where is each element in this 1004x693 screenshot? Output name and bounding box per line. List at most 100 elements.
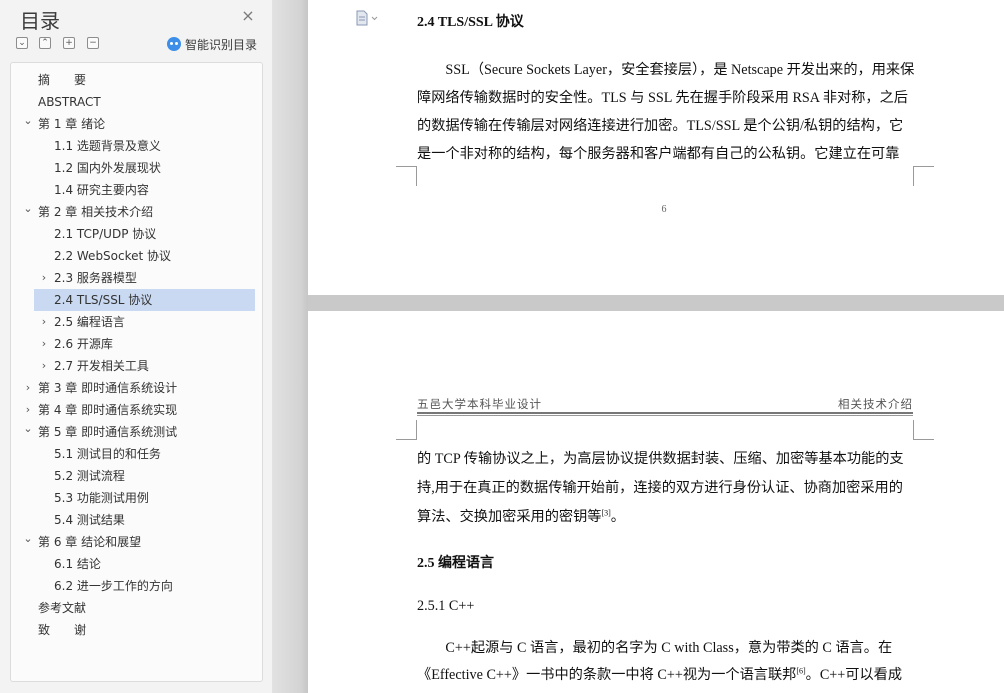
- toc-item-label: 第 5 章 即时通信系统测试: [38, 425, 178, 439]
- paragraph-line: 的数据传输在传输层对网络连接进行加密。TLS/SSL 是个公钥/私钥的结构，它: [417, 118, 904, 134]
- toc-item-label: 第 4 章 即时通信系统实现: [38, 403, 178, 417]
- toc-item-label: 2.2 WebSocket 协议: [54, 249, 172, 263]
- page-header-left: 五邑大学本科毕业设计: [417, 399, 542, 411]
- crop-mark: [396, 420, 417, 440]
- smart-toc-icon: [167, 37, 181, 51]
- toc-item[interactable]: 1.2 国内外发展现状: [11, 157, 262, 179]
- chevron-down-icon[interactable]: ⌄: [22, 113, 34, 135]
- toc-item[interactable]: 6.2 进一步工作的方向: [11, 575, 262, 597]
- chevron-right-icon[interactable]: ›: [22, 399, 34, 421]
- expand-all-icon[interactable]: ⌃: [39, 37, 51, 49]
- toc-item[interactable]: ⌄ 第 5 章 即时通信系统测试: [11, 421, 262, 443]
- document-icon[interactable]: [355, 10, 381, 26]
- toc-item-label: 6.2 进一步工作的方向: [54, 579, 173, 593]
- add-icon[interactable]: +: [63, 37, 75, 49]
- paragraph-line: 是一个非对称的结构，每个服务器和客户端都有自己的公私钥。它建立在可靠: [417, 146, 900, 162]
- toc-item-label: 2.4 TLS/SSL 协议: [54, 293, 153, 307]
- toc-item-label: 摘 要: [38, 73, 87, 87]
- toc-item[interactable]: 2.2 WebSocket 协议: [11, 245, 262, 267]
- toc-item-label: 6.1 结论: [54, 557, 101, 571]
- crop-mark: [913, 166, 934, 186]
- crop-mark: [396, 166, 417, 186]
- toc-item[interactable]: 5.1 测试目的和任务: [11, 443, 262, 465]
- toc-item-label: 5.4 测试结果: [54, 513, 125, 527]
- toc-item[interactable]: › 第 3 章 即时通信系统设计: [11, 377, 262, 399]
- toc-item-label: 2.1 TCP/UDP 协议: [54, 227, 157, 241]
- paragraph-line: SSL（Secure Sockets Layer，安全套接层），是 Netsca…: [417, 62, 915, 78]
- section-heading-2-5: 2.5 编程语言: [417, 556, 494, 571]
- toc-item[interactable]: 5.3 功能测试用例: [11, 487, 262, 509]
- remove-icon[interactable]: −: [87, 37, 99, 49]
- header-rule: [417, 415, 913, 416]
- toc-item[interactable]: 参考文献: [11, 597, 262, 619]
- paragraph-line: 算法、交换加密采用的密钥等[3]。: [417, 506, 913, 526]
- toc-item[interactable]: 5.2 测试流程: [11, 465, 262, 487]
- toc-item-label: 参考文献: [38, 601, 87, 615]
- toc-item[interactable]: › 2.5 编程语言: [11, 311, 262, 333]
- toc-item-label: 1.2 国内外发展现状: [54, 161, 161, 175]
- toc-item[interactable]: 致 谢: [11, 619, 262, 641]
- toc-list: 摘 要 ABSTRACT ⌄ 第 1 章 绪论 1.1 选题背景及意义 1.2 国内外发展…: [10, 62, 263, 682]
- chevron-right-icon[interactable]: ›: [38, 355, 50, 377]
- chevron-right-icon[interactable]: ›: [22, 377, 34, 399]
- toc-item[interactable]: › 2.7 开发相关工具: [11, 355, 262, 377]
- header-rule: [417, 412, 913, 414]
- citation-ref[interactable]: [6]: [796, 666, 805, 675]
- crop-mark: [913, 420, 934, 440]
- toc-item[interactable]: 1.1 选题背景及意义: [11, 135, 262, 157]
- chevron-right-icon[interactable]: ›: [38, 311, 50, 333]
- toc-item[interactable]: ⌄ 第 2 章 相关技术介绍: [11, 201, 262, 223]
- toc-item-label: 2.5 编程语言: [54, 315, 125, 329]
- chevron-right-icon[interactable]: ›: [38, 267, 50, 289]
- smart-toc-button[interactable]: 智能识别目录: [167, 35, 257, 53]
- toc-item[interactable]: › 2.3 服务器模型: [11, 267, 262, 289]
- toc-item[interactable]: 5.4 测试结果: [11, 509, 262, 531]
- toc-item-label: 第 3 章 即时通信系统设计: [38, 381, 178, 395]
- toc-item[interactable]: 2.1 TCP/UDP 协议: [11, 223, 262, 245]
- toc-item-label: 2.7 开发相关工具: [54, 359, 149, 373]
- toc-item-label: 第 1 章 绪论: [38, 117, 106, 131]
- collapse-all-icon[interactable]: ⌄: [16, 37, 28, 49]
- subsection-heading-2-5-1: 2.5.1 C++: [417, 598, 475, 614]
- toc-item-label: 2.6 开源库: [54, 337, 113, 351]
- toc-item[interactable]: 摘 要: [11, 69, 262, 91]
- paragraph-line: 《Effective C++》一书中的条款一中将 C++视为一个语言联邦[6]。…: [417, 664, 913, 684]
- chevron-right-icon[interactable]: ›: [38, 333, 50, 355]
- toc-item[interactable]: 1.4 研究主要内容: [11, 179, 262, 201]
- smart-toc-label: 智能识别目录: [185, 37, 258, 52]
- toc-sidebar: 目录 × ⌄ ⌃ + − 智能识别目录 摘 要 ABSTRACT ⌄ 第 1 章 绪论…: [0, 0, 272, 693]
- toc-item[interactable]: 6.1 结论: [11, 553, 262, 575]
- toc-item[interactable]: ⌄ 第 1 章 绪论: [11, 113, 262, 135]
- chevron-down-icon[interactable]: ⌄: [22, 421, 34, 443]
- paragraph-text: 。: [610, 509, 625, 525]
- document-view: 2.4 TLS/SSL 协议 SSL（Secure Sockets Layer，…: [308, 0, 1004, 693]
- chevron-down-icon[interactable]: ⌄: [22, 531, 34, 553]
- toc-item[interactable]: 2.4 TLS/SSL 协议: [34, 289, 255, 311]
- crop-mark: [396, 166, 417, 167]
- chevron-down-icon[interactable]: ⌄: [22, 201, 34, 223]
- toc-item[interactable]: › 第 4 章 即时通信系统实现: [11, 399, 262, 421]
- paragraph-line: 的 TCP 传输协议之上，为高层协议提供数据封装、压缩、加密等基本功能的支: [417, 451, 904, 467]
- close-icon[interactable]: ×: [240, 8, 256, 24]
- page-header-right: 相关技术介绍: [838, 399, 913, 411]
- toc-item-label: 5.3 功能测试用例: [54, 491, 149, 505]
- toc-item-label: 第 6 章 结论和展望: [38, 535, 142, 549]
- paragraph-line: 持,用于在真正的数据传输开始前，连接的双方进行身份认证、协商加密采用的: [417, 480, 903, 496]
- section-heading-2-4: 2.4 TLS/SSL 协议: [417, 15, 524, 30]
- toc-item-label: 5.2 测试流程: [54, 469, 125, 483]
- page-number: 6: [661, 204, 667, 215]
- toc-item-label: 1.1 选题背景及意义: [54, 139, 161, 153]
- paragraph-text: 。C++可以看成: [805, 667, 903, 683]
- sidebar-splitter[interactable]: [272, 0, 308, 693]
- page-separator: [308, 295, 1004, 311]
- toc-item-label: ABSTRACT: [38, 95, 101, 109]
- citation-ref[interactable]: [3]: [601, 508, 610, 517]
- toc-item-label: 致 谢: [38, 623, 87, 637]
- toc-header: 目录 × ⌄ ⌃ + − 智能识别目录: [0, 0, 272, 62]
- toc-item[interactable]: ⌄ 第 6 章 结论和展望: [11, 531, 262, 553]
- paragraph-line: 障网络传输数据时的安全性。TLS 与 SSL 先在握手阶段采用 RSA 非对称，…: [417, 90, 908, 106]
- toc-item-label: 1.4 研究主要内容: [54, 183, 149, 197]
- toc-item[interactable]: › 2.6 开源库: [11, 333, 262, 355]
- paragraph-line: C++起源与 C 语言，最初的名字为 C with Class，意为带类的 C …: [417, 640, 893, 656]
- toc-item[interactable]: ABSTRACT: [11, 91, 262, 113]
